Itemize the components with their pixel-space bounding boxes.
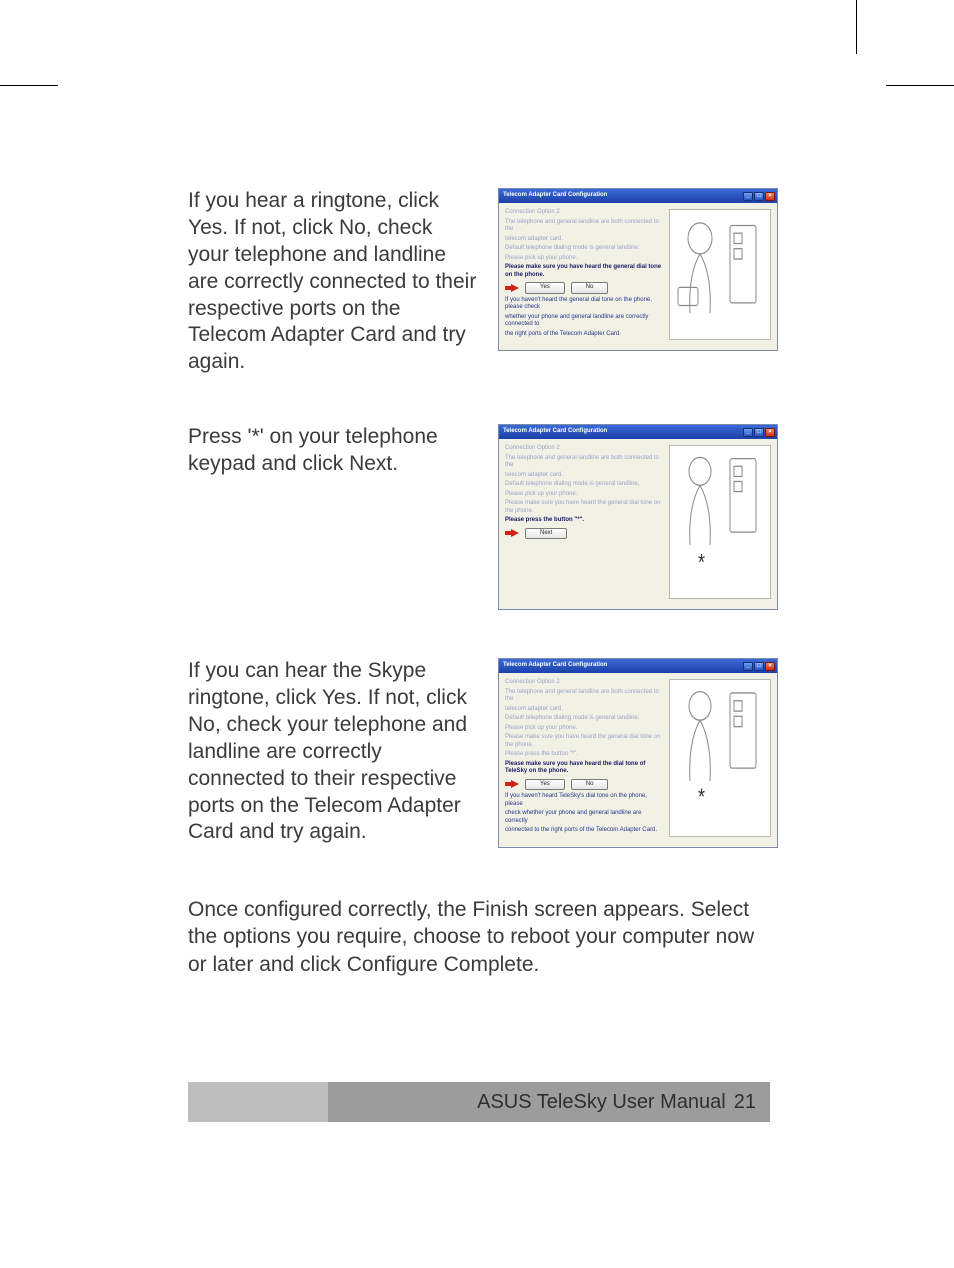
dialog-illustration: * [669,679,771,837]
dialog-line: Default telephone dialing mode is genera… [505,245,665,253]
dialog-line: telecom adapter card. [505,706,665,714]
page-footer: ASUS TeleSky User Manual 21 [188,1082,770,1122]
dialog-line: The telephone and general landline are b… [505,689,665,704]
config-dialog: Telecom Adapter Card Configuration _ □ ×… [498,188,778,351]
dialog-line: Please press the button "*". [505,751,665,759]
arrow-icon [505,780,519,788]
no-button[interactable]: No [571,282,609,294]
dialog-line: The telephone and general landline are b… [505,219,665,234]
dialog-titlebar: Telecom Adapter Card Configuration _ □ × [499,659,777,673]
dialog-strong-line: Please make sure you have heard the dial… [505,761,665,776]
close-icon[interactable]: × [765,428,775,437]
dialog-illustration: * [669,445,771,599]
step-text: If you hear a ringtone, click Yes. If no… [188,188,478,376]
page-content: If you hear a ringtone, click Yes. If no… [188,188,770,979]
arrow-icon [505,284,519,292]
trim-mark [886,85,954,86]
dialog-post-line: whether your phone and general landline … [505,314,665,329]
step-text: Press '*' on your telephone keypad and c… [188,424,478,478]
dialog-line: The telephone and general landline are b… [505,455,665,470]
dialog-title: Telecom Adapter Card Configuration [503,428,607,436]
dialog-line: Please pick up your phone. [505,491,665,499]
dialog-post-line: If you haven't heard TeleSky's dial tone… [505,793,665,808]
dialog-line: Default telephone dialing mode is genera… [505,481,665,489]
window-buttons: _ □ × [743,662,775,671]
step-row: If you can hear the Skype ringtone, clic… [188,658,770,848]
dialog-button-row: Yes No [505,779,665,791]
closing-paragraph: Once configured correctly, the Finish sc… [188,896,770,979]
dialog-title: Telecom Adapter Card Configuration [503,662,607,670]
dialog-text-column: Connection Option 2 The telephone and ge… [505,445,665,599]
dialog-line: telecom adapter card. [505,236,665,244]
minimize-icon[interactable]: _ [743,662,753,671]
close-icon[interactable]: × [765,662,775,671]
manual-title: ASUS TeleSky User Manual [477,1091,726,1114]
maximize-icon[interactable]: □ [754,192,764,201]
maximize-icon[interactable]: □ [754,662,764,671]
minimize-icon[interactable]: _ [743,428,753,437]
footer-bar: ASUS TeleSky User Manual 21 [328,1082,770,1122]
dialog-button-row: Next [505,528,665,540]
dialog-heading: Connection Option 2 [505,679,665,687]
svg-text:*: * [698,550,705,576]
config-dialog: Telecom Adapter Card Configuration _ □ ×… [498,424,778,610]
dialog-post-line: connected to the right ports of the Tele… [505,827,665,835]
dialog-line: Please make sure you have heard the gene… [505,734,665,749]
dialog-heading: Connection Option 2 [505,445,665,453]
dialog-text-column: Connection Option 2 The telephone and ge… [505,209,665,340]
dialog-line: Please pick up your phone. [505,255,665,263]
footer-tab [188,1082,328,1122]
minimize-icon[interactable]: _ [743,192,753,201]
dialog-button-row: Yes No [505,282,665,294]
config-dialog: Telecom Adapter Card Configuration _ □ ×… [498,658,778,848]
dialog-line: telecom adapter card. [505,472,665,480]
dialog-screenshot: Telecom Adapter Card Configuration _ □ ×… [498,188,778,351]
no-button[interactable]: No [571,779,609,791]
window-buttons: _ □ × [743,428,775,437]
dialog-strong-line: Please make sure you have heard the gene… [505,264,665,279]
dialog-line: Please make sure you have heard the gene… [505,500,665,515]
step-text: If you can hear the Skype ringtone, clic… [188,658,478,846]
dialog-line: Please pick up your phone. [505,725,665,733]
page-number: 21 [734,1091,756,1114]
trim-mark [0,85,58,86]
dialog-post-line: If you haven't heard the general dial to… [505,297,665,312]
dialog-title: Telecom Adapter Card Configuration [503,192,607,200]
svg-text:*: * [698,784,705,810]
maximize-icon[interactable]: □ [754,428,764,437]
trim-mark [856,0,857,54]
dialog-titlebar: Telecom Adapter Card Configuration _ □ × [499,425,777,439]
dialog-line: Default telephone dialing mode is genera… [505,715,665,723]
yes-button[interactable]: Yes [525,282,565,294]
dialog-titlebar: Telecom Adapter Card Configuration _ □ × [499,189,777,203]
arrow-icon [505,529,519,537]
dialog-post-line: the right ports of the Telecom Adapter C… [505,331,665,339]
yes-button[interactable]: Yes [525,779,565,791]
dialog-screenshot: Telecom Adapter Card Configuration _ □ ×… [498,658,778,848]
dialog-heading: Connection Option 2 [505,209,665,217]
dialog-post-line: check whether your phone and general lan… [505,810,665,825]
window-buttons: _ □ × [743,192,775,201]
close-icon[interactable]: × [765,192,775,201]
next-button[interactable]: Next [525,528,567,540]
dialog-strong-line: Please press the button "*". [505,517,665,525]
manual-page: If you hear a ringtone, click Yes. If no… [0,0,954,1268]
dialog-screenshot: Telecom Adapter Card Configuration _ □ ×… [498,424,778,610]
step-row: If you hear a ringtone, click Yes. If no… [188,188,770,376]
dialog-text-column: Connection Option 2 The telephone and ge… [505,679,665,837]
step-row: Press '*' on your telephone keypad and c… [188,424,770,610]
dialog-illustration [669,209,771,340]
